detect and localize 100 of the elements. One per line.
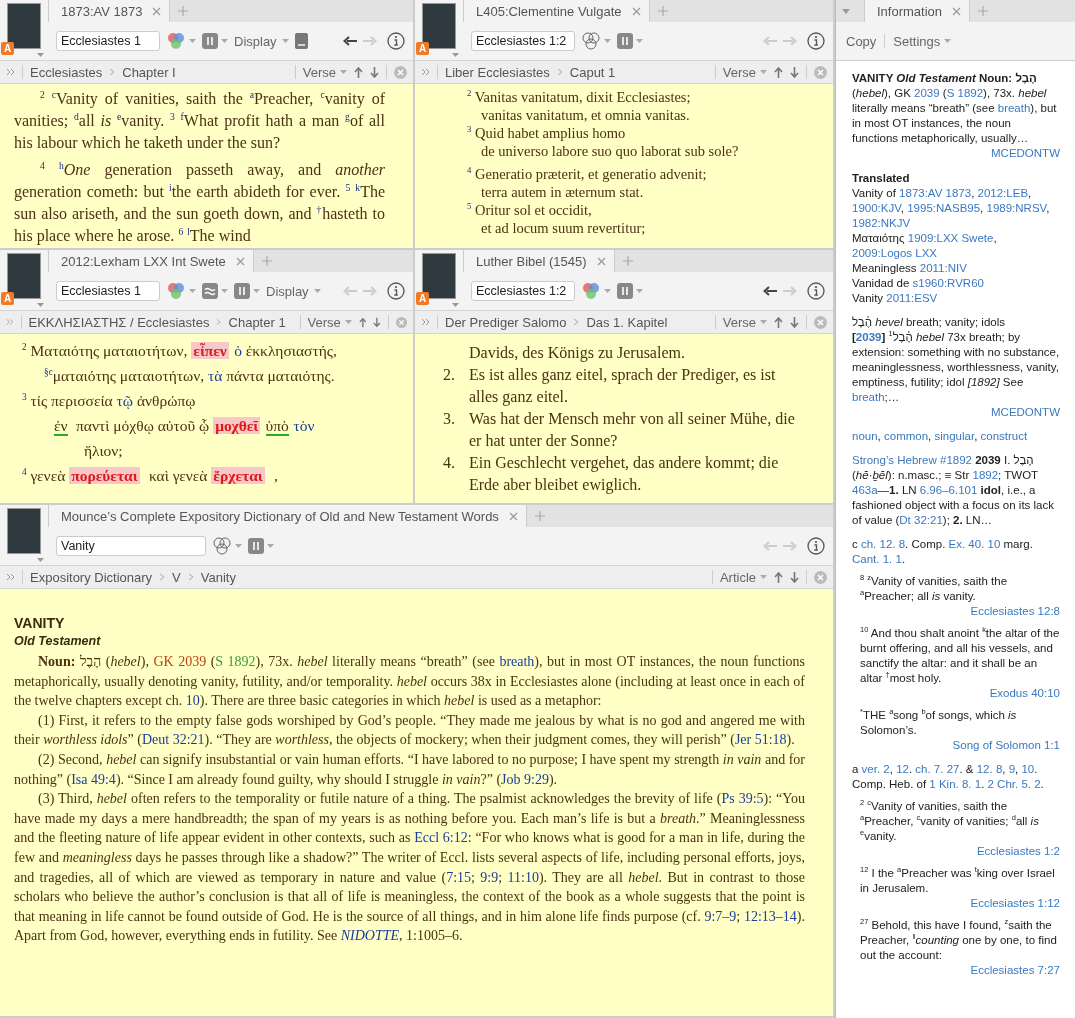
- link[interactable]: construct: [980, 430, 1028, 442]
- link[interactable]: 11:10: [507, 869, 539, 885]
- link[interactable]: 2039: [914, 87, 940, 99]
- link[interactable]: Deut 32:21: [141, 732, 205, 748]
- source-link[interactable]: Ecclesiastes 12:8: [970, 605, 1060, 617]
- source-link[interactable]: MCEDONTW: [991, 147, 1060, 159]
- link[interactable]: Eccl 6:12: [414, 830, 468, 846]
- plus-icon[interactable]: [978, 6, 989, 16]
- link[interactable]: 1900:KJV: [852, 202, 901, 214]
- visual-filter-button[interactable]: [166, 282, 196, 300]
- link[interactable]: τῷ: [116, 392, 133, 409]
- caret-icon[interactable]: [452, 303, 459, 307]
- visual-filter-button[interactable]: [166, 32, 196, 50]
- down-arrow-icon[interactable]: [790, 571, 799, 583]
- plus-icon[interactable]: [534, 511, 545, 521]
- layout-button[interactable]: [248, 538, 274, 554]
- visual-filter-button[interactable]: [212, 537, 242, 555]
- down-arrow-icon[interactable]: [373, 316, 382, 328]
- close-icon[interactable]: [952, 6, 962, 16]
- link[interactable]: s1960:RVR60: [912, 277, 984, 289]
- breadcrumb-link[interactable]: Expository Dictionary: [30, 569, 153, 585]
- source-link[interactable]: Ecclesiastes 1:12: [970, 897, 1060, 909]
- link[interactable]: Ps 39:5: [721, 791, 764, 807]
- up-arrow-icon[interactable]: [358, 316, 367, 328]
- up-arrow-icon[interactable]: [774, 66, 783, 78]
- link[interactable]: 1982:NKJV: [852, 217, 911, 229]
- link[interactable]: Strong’s Hebrew #1892: [852, 454, 972, 466]
- link[interactable]: noun: [852, 430, 878, 442]
- forward-arrow-icon[interactable]: [783, 286, 797, 296]
- copy-button[interactable]: Copy: [846, 33, 877, 49]
- down-arrow-icon[interactable]: [790, 66, 799, 78]
- link[interactable]: 2011:ESV: [886, 292, 938, 304]
- up-arrow-icon[interactable]: [354, 66, 363, 78]
- breadcrumb-link[interactable]: Vanity: [200, 569, 236, 585]
- link[interactable]: Isa 49:4: [71, 771, 116, 787]
- strongs-number-link[interactable]: S 1892: [215, 654, 256, 669]
- link[interactable]: ver. 2: [861, 763, 890, 775]
- link[interactable]: 463a: [852, 484, 878, 496]
- forward-arrow-icon[interactable]: [783, 541, 797, 551]
- link[interactable]: Job 9:29: [501, 771, 549, 787]
- link[interactable]: NIDOTTE: [340, 928, 400, 944]
- tab[interactable]: 1873:AV 1873: [48, 0, 171, 22]
- layout-button[interactable]: [617, 33, 643, 49]
- tab[interactable]: 2012:Lexham LXX Int Swete: [48, 250, 254, 272]
- reference-field[interactable]: Ecclesiastes 1:2: [471, 31, 575, 51]
- caret-icon[interactable]: [37, 53, 44, 57]
- link[interactable]: 2039: [855, 331, 882, 343]
- visual-filter-button[interactable]: [581, 282, 611, 300]
- unit-dropdown[interactable]: Verse: [307, 314, 352, 330]
- display-menu[interactable]: Display: [234, 33, 289, 49]
- double-chevron-icon[interactable]: [6, 68, 15, 76]
- double-chevron-icon[interactable]: [421, 318, 430, 326]
- link[interactable]: Jer 51:18: [734, 732, 787, 748]
- up-arrow-icon[interactable]: [774, 316, 783, 328]
- link[interactable]: Ex. 40. 10: [948, 538, 1001, 550]
- tab[interactable]: Information: [864, 0, 971, 22]
- info-icon[interactable]: [807, 282, 825, 300]
- link[interactable]: 12:13–14: [743, 908, 797, 924]
- visual-filter-button[interactable]: [581, 32, 611, 50]
- settings-menu[interactable]: Settings: [893, 33, 952, 49]
- link[interactable]: singular: [934, 430, 975, 442]
- caret-icon[interactable]: [452, 53, 459, 57]
- source-link[interactable]: Exodus 40:10: [989, 687, 1060, 699]
- reference-field[interactable]: Ecclesiastes 1: [56, 31, 160, 51]
- breadcrumb-link[interactable]: Der Prediger Salomo: [445, 314, 567, 330]
- unit-dropdown[interactable]: Article: [719, 569, 767, 585]
- link[interactable]: 2 Chr. 5. 2: [987, 778, 1041, 790]
- caret-icon[interactable]: [37, 303, 44, 307]
- caret-icon[interactable]: [37, 558, 44, 562]
- tab[interactable]: L405:Clementine Vulgate: [463, 0, 650, 22]
- book-cover-thumbnail[interactable]: [8, 509, 40, 553]
- breadcrumb-link[interactable]: V: [172, 569, 181, 585]
- link[interactable]: τὰ: [208, 367, 223, 384]
- reference-field[interactable]: Ecclesiastes 1:2: [471, 281, 575, 301]
- info-icon[interactable]: [807, 537, 825, 555]
- breadcrumb-link[interactable]: Ecclesiastes: [30, 64, 103, 80]
- double-chevron-icon[interactable]: [6, 573, 15, 581]
- link[interactable]: breath: [852, 391, 885, 403]
- layout-button[interactable]: [617, 283, 643, 299]
- reference-field[interactable]: Ecclesiastes 1: [56, 281, 160, 301]
- link[interactable]: Dt 32:21: [899, 514, 943, 526]
- link[interactable]: 2009:Logos LXX: [852, 247, 938, 259]
- link[interactable]: ὁ: [234, 342, 242, 359]
- gk-number-link[interactable]: GK 2039: [153, 654, 207, 669]
- breadcrumb-link[interactable]: Chapter 1: [228, 314, 286, 330]
- close-circle-icon[interactable]: [814, 570, 827, 584]
- plus-icon[interactable]: [178, 6, 189, 16]
- link[interactable]: Cant. 1. 1: [852, 553, 902, 565]
- forward-arrow-icon[interactable]: [783, 36, 797, 46]
- down-arrow-icon[interactable]: [790, 316, 799, 328]
- link[interactable]: S 1892: [946, 87, 984, 99]
- display-menu[interactable]: Display: [266, 283, 321, 299]
- close-circle-icon[interactable]: [814, 315, 827, 329]
- close-icon[interactable]: [508, 511, 518, 521]
- back-arrow-icon[interactable]: [343, 36, 357, 46]
- plus-icon[interactable]: [622, 256, 633, 266]
- layout-button[interactable]: [234, 283, 260, 299]
- link[interactable]: 1989:NRSV: [986, 202, 1047, 214]
- caret-icon[interactable]: [842, 8, 850, 14]
- close-circle-icon[interactable]: [814, 65, 827, 79]
